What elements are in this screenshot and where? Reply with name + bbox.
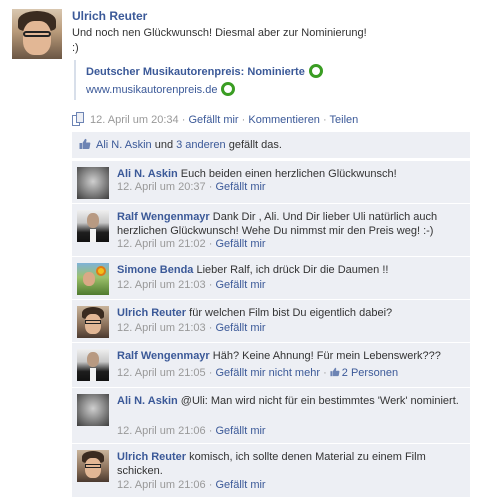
likes-summary: Ali N. Askin und 3 anderen gefällt das.	[72, 132, 470, 158]
comment-author[interactable]: Ali N. Askin	[117, 395, 178, 407]
comment-author[interactable]: Ralf Wengenmayr	[117, 350, 210, 362]
shared-link-box: Deutscher Musikautorenpreis: Nominierte …	[74, 60, 384, 100]
post-share-link[interactable]: Teilen	[330, 114, 359, 126]
comment-timestamp[interactable]: 12. April um 21:03	[117, 322, 206, 334]
comment-text: Lieber Ralf, ich drück Dir die Daumen !!	[196, 264, 389, 276]
shared-link-title[interactable]: Deutscher Musikautorenpreis: Nominierte	[86, 66, 305, 78]
comment-item: Ali N. Askin Euch beiden einen herzliche…	[72, 160, 470, 203]
commenter-avatar[interactable]	[77, 394, 109, 426]
post-author-avatar[interactable]	[12, 9, 62, 59]
comment-author[interactable]: Simone Benda	[117, 264, 193, 276]
comment-text: Häh? Keine Ahnung! Für mein Lebenswerk??…	[212, 350, 441, 362]
commenter-avatar[interactable]	[77, 167, 109, 199]
comment-timestamp[interactable]: 12. April um 21:02	[117, 238, 206, 250]
commenter-avatar[interactable]	[77, 306, 109, 338]
others-likers-link[interactable]: 3 anderen	[176, 139, 226, 151]
comment-unlike-link[interactable]: Gefällt mir nicht mehr	[215, 367, 320, 379]
comment-author[interactable]: Ulrich Reuter	[117, 307, 186, 319]
comment-author[interactable]: Ralf Wengenmayr	[117, 211, 210, 223]
comment-like-link[interactable]: Gefällt mir	[215, 279, 265, 291]
green-ring-icon	[221, 82, 236, 96]
comment-timestamp[interactable]: 12. April um 21:03	[117, 279, 206, 291]
comment-text: @Uli: Man wird nicht für ein bestimmtes …	[180, 395, 459, 407]
post-meta-row: 12. April um 20:34 · Gefällt mir · Komme…	[72, 112, 358, 126]
thumbs-up-icon	[79, 138, 91, 149]
post-timestamp[interactable]: 12. April um 20:34	[90, 114, 179, 126]
commenter-avatar[interactable]	[77, 263, 109, 295]
comment-text: für welchen Film bist Du eigentlich dabe…	[189, 307, 393, 319]
document-icon	[72, 112, 84, 126]
comment-like-link[interactable]: Gefällt mir	[215, 322, 265, 334]
comment-timestamp[interactable]: 12. April um 20:37	[117, 181, 206, 193]
comment-item: Ali N. Askin @Uli: Man wird nicht für ei…	[72, 387, 470, 443]
shared-link-url[interactable]: www.musikautorenpreis.de	[86, 84, 217, 96]
post-like-link[interactable]: Gefällt mir	[188, 114, 238, 126]
comment-likes-count[interactable]: 2 Personen	[330, 367, 398, 379]
comment-timestamp[interactable]: 12. April um 21:05	[117, 367, 206, 379]
post-text-line1: Und noch nen Glückwunsch! Diesmal aber z…	[72, 27, 367, 39]
comment-author[interactable]: Ali N. Askin	[117, 168, 178, 180]
commenter-avatar[interactable]	[77, 210, 109, 242]
comment-timestamp[interactable]: 12. April um 21:06	[117, 425, 206, 437]
comment-text: Euch beiden einen herzlichen Glückwunsch…	[180, 168, 397, 180]
comment-timestamp[interactable]: 12. April um 21:06	[117, 479, 206, 491]
comment-item: Ulrich Reuter für welchen Film bist Du e…	[72, 299, 470, 342]
comment-item: Ralf Wengenmayr Häh? Keine Ahnung! Für m…	[72, 342, 470, 387]
post-comment-link[interactable]: Kommentieren	[248, 114, 320, 126]
post-author-name[interactable]: Ulrich Reuter	[72, 9, 147, 23]
green-ring-icon	[308, 64, 323, 78]
comment-like-link[interactable]: Gefällt mir	[215, 181, 265, 193]
comment-like-link[interactable]: Gefällt mir	[215, 479, 265, 491]
post-text-line2: :)	[72, 42, 79, 54]
comment-like-link[interactable]: Gefällt mir	[215, 425, 265, 437]
comment-item: Simone Benda Lieber Ralf, ich drück Dir …	[72, 256, 470, 299]
comment-item: Ralf Wengenmayr Dank Dir , Ali. Und Dir …	[72, 203, 470, 256]
commenter-avatar[interactable]	[77, 450, 109, 482]
commenter-avatar[interactable]	[77, 349, 109, 381]
post-text: Und noch nen Glückwunsch! Diesmal aber z…	[72, 26, 472, 56]
comment-like-link[interactable]: Gefällt mir	[215, 238, 265, 250]
comment-author[interactable]: Ulrich Reuter	[117, 451, 186, 463]
comment-item: Ulrich Reuter komisch, ich sollte denen …	[72, 443, 470, 497]
liker-name-link[interactable]: Ali N. Askin	[96, 139, 152, 151]
thumbs-up-icon	[330, 367, 340, 377]
